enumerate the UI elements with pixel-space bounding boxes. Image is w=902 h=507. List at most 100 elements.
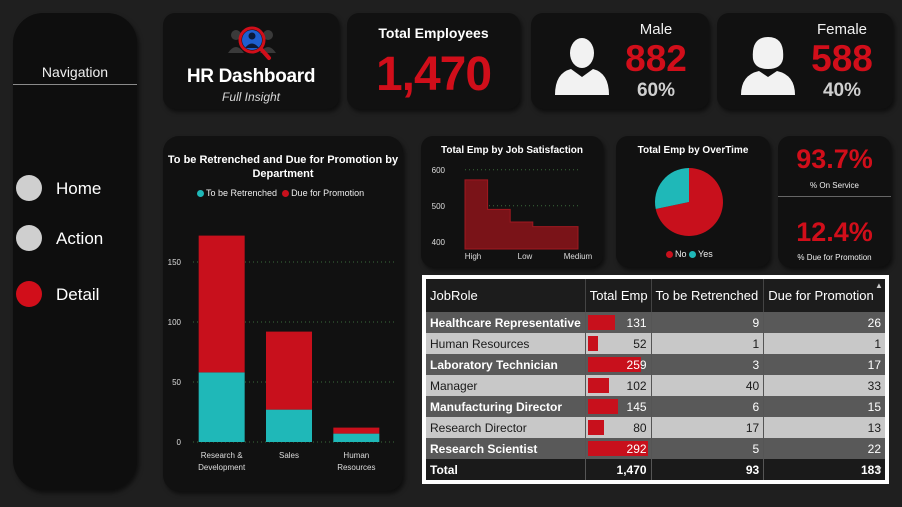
cell-retrenched: 9 xyxy=(651,312,765,333)
cell-total-emp: 259 xyxy=(585,354,652,375)
table-row[interactable]: Healthcare Representative 131 9 26 xyxy=(426,312,885,333)
x-tick-label: Sales xyxy=(279,451,299,460)
legend-label: No xyxy=(675,249,687,259)
total-emp-databar xyxy=(587,315,615,330)
total-emp-value: 80 xyxy=(633,420,647,435)
y-tick-label: 0 xyxy=(177,438,182,447)
logo-title: HR Dashboard xyxy=(186,66,316,87)
total-employees-label: Total Employees xyxy=(378,25,489,41)
jobrole-table-frame: JobRole Total Emp To be Retrenched Due f… xyxy=(422,275,889,484)
total-employees-card: Total Employees 1,470 xyxy=(347,13,520,109)
column-header-retrenched[interactable]: To be Retrenched xyxy=(651,279,765,312)
cell-promotion: 15 xyxy=(763,396,885,417)
bar-segment-retrenched[interactable] xyxy=(198,372,245,442)
female-label: Female xyxy=(816,21,868,38)
x-tick-label: High xyxy=(465,252,481,261)
cell-retrenched: 5 xyxy=(651,438,765,459)
male-count: 882 xyxy=(625,38,687,79)
cell-jobrole: Research Director xyxy=(426,417,586,438)
female-person-icon xyxy=(741,37,795,95)
total-emp-databar xyxy=(587,399,618,414)
cell-promotion: 26 xyxy=(763,312,885,333)
department-chart-plot: 0 50 100 150 Research & Development Sales Human… xyxy=(168,235,395,472)
nav-item-home[interactable]: Home xyxy=(16,175,134,203)
nav-item-label: Detail xyxy=(56,285,100,304)
bar-segment-retrenched[interactable] xyxy=(333,433,380,442)
x-tick-label: Development xyxy=(198,463,246,472)
bar-segment-promotion[interactable] xyxy=(266,331,312,410)
legend-dot xyxy=(689,251,697,259)
cell-promotion: 22 xyxy=(763,438,885,459)
male-percent: 60% xyxy=(636,80,676,101)
bar-segment-retrenched[interactable] xyxy=(266,409,312,442)
table-row[interactable]: Human Resources 52 1 1 xyxy=(426,333,885,354)
scroll-up-icon[interactable]: ▲ xyxy=(874,281,884,291)
x-tick-label: Medium xyxy=(564,252,593,261)
total-emp-value: 52 xyxy=(633,336,647,351)
total-emp-databar xyxy=(587,336,599,351)
jobrole-table[interactable]: JobRole Total Emp To be Retrenched Due f… xyxy=(426,279,885,480)
navigation-panel: Navigation Home Action Detail xyxy=(13,13,137,490)
x-tick-label: Resources xyxy=(337,463,375,472)
cell-total-emp: 131 xyxy=(585,312,652,333)
nav-home-dot xyxy=(16,175,42,201)
job-satisfaction-plot: 400 500 600 High Low Medium xyxy=(432,166,593,261)
nav-item-label: Home xyxy=(56,179,102,198)
table-row[interactable]: Manufacturing Director 145 6 15 xyxy=(426,396,885,417)
total-emp-value: 145 xyxy=(626,399,647,414)
cell-total-emp: 292 xyxy=(585,438,652,459)
cell-promotion: 13 xyxy=(763,417,885,438)
legend-item-no: No xyxy=(666,249,687,259)
male-label: Male xyxy=(639,21,673,38)
scroll-down-icon[interactable]: ▼ xyxy=(874,465,884,475)
cell-total-emp: 102 xyxy=(585,375,652,396)
y-tick-label: 50 xyxy=(172,378,181,387)
table-body: Healthcare Representative 131 9 26 Human Res… xyxy=(426,312,885,480)
column-header-total-emp[interactable]: Total Emp xyxy=(585,279,652,312)
nav-action-dot xyxy=(16,225,42,251)
pie-slice-yes[interactable] xyxy=(655,168,689,209)
pie-legend: No Yes xyxy=(666,249,713,259)
due-promotion-value: 12.4% xyxy=(796,217,873,247)
cell-total-emp: 52 xyxy=(585,333,652,354)
nav-detail-dot xyxy=(16,281,42,307)
legend-label: Yes xyxy=(698,249,713,259)
job-satisfaction-chart: Total Emp by Job Satisfaction 400 500 600 H… xyxy=(421,136,603,267)
table-row[interactable]: Research Scientist 292 5 22 xyxy=(426,438,885,459)
total-emp-databar xyxy=(587,420,605,435)
overtime-pie-chart: Total Emp by OverTime No Yes xyxy=(616,136,770,267)
nav-item-label: Action xyxy=(56,229,104,248)
table-row[interactable]: Research Director 80 17 13 xyxy=(426,417,885,438)
cell-promotion: 33 xyxy=(763,375,885,396)
nav-item-detail[interactable]: Detail xyxy=(16,281,134,309)
x-tick-label: Research & xyxy=(201,451,243,460)
total-emp-databar xyxy=(587,378,609,393)
y-tick-label: 100 xyxy=(168,318,182,327)
cell-retrenched: 40 xyxy=(651,375,765,396)
cell-retrenched: 6 xyxy=(651,396,765,417)
navigation-title: Navigation xyxy=(41,64,109,80)
due-promotion-label: % Due for Promotion xyxy=(797,253,872,262)
cell-retrenched: 3 xyxy=(651,354,765,375)
cell-retrenched: 17 xyxy=(651,417,765,438)
column-header-promotion[interactable]: Due for Promotion xyxy=(763,279,885,312)
nav-item-action[interactable]: Action xyxy=(16,225,134,253)
cell-retrenched: 1 xyxy=(651,333,765,354)
table-row[interactable]: Manager 102 40 33 xyxy=(426,375,885,396)
total-emp-value: 292 xyxy=(626,441,647,456)
cell-total-emp: 80 xyxy=(585,417,652,438)
y-tick-label: 150 xyxy=(168,258,182,267)
logo-subtitle: Full Insight xyxy=(221,90,281,104)
column-header-jobrole[interactable]: JobRole xyxy=(426,279,586,312)
cell-total-emp: 145 xyxy=(585,396,652,417)
table-row[interactable]: Laboratory Technician 259 3 17 xyxy=(426,354,885,375)
total-emp-value: 102 xyxy=(626,378,647,393)
on-service-label: % On Service xyxy=(810,181,859,190)
bar-segment-promotion[interactable] xyxy=(333,427,380,434)
on-service-value: 93.7% xyxy=(796,144,873,174)
bar-segment-promotion[interactable] xyxy=(198,235,245,373)
total-retrenched-sum: 93 xyxy=(651,459,765,480)
legend-dot xyxy=(666,251,673,259)
area-series[interactable] xyxy=(464,179,579,250)
cell-jobrole: Research Scientist xyxy=(426,438,586,459)
